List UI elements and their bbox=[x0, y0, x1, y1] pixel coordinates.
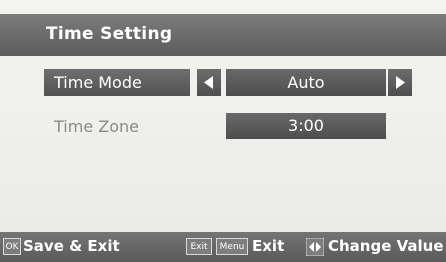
time-mode-row[interactable]: Time Mode bbox=[44, 69, 190, 96]
menu-key-icon: Menu bbox=[216, 238, 248, 255]
time-mode-label: Time Mode bbox=[54, 73, 142, 92]
time-setting-screen: Time Setting Time Mode Auto Time Zone 3:… bbox=[0, 0, 446, 262]
exit-key-icon: Exit bbox=[186, 238, 212, 255]
time-mode-next-button[interactable] bbox=[388, 69, 412, 96]
time-mode-value: Auto bbox=[226, 69, 386, 96]
footer-hint-bar: OK Save & Exit Exit Menu Exit Change Val… bbox=[0, 232, 446, 262]
left-arrow-icon bbox=[204, 76, 213, 89]
title-bar: Time Setting bbox=[0, 14, 446, 56]
time-zone-label[interactable]: Time Zone bbox=[54, 117, 139, 136]
ok-key-icon: OK bbox=[3, 238, 21, 255]
time-zone-value[interactable]: 3:00 bbox=[226, 113, 386, 139]
time-mode-prev-button[interactable] bbox=[197, 69, 221, 96]
right-arrow-icon bbox=[396, 76, 405, 89]
change-value-hint: Change Value bbox=[328, 237, 444, 255]
save-exit-hint: Save & Exit bbox=[23, 237, 120, 255]
left-right-arrows-icon bbox=[306, 238, 324, 256]
exit-hint: Exit bbox=[252, 237, 285, 255]
page-title: Time Setting bbox=[46, 24, 173, 44]
